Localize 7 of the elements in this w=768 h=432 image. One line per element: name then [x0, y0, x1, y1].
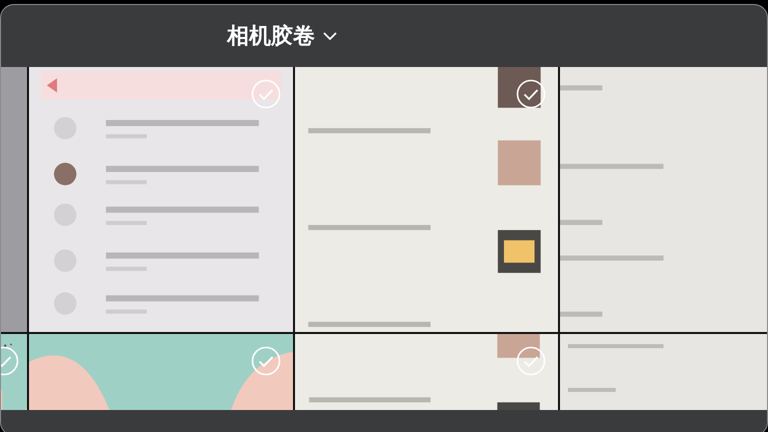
check-circle-icon[interactable] [251, 79, 281, 109]
chevron-down-icon[interactable] [323, 32, 337, 40]
check-circle-icon[interactable] [516, 79, 546, 109]
thumbnail-strip[interactable] [1, 67, 27, 332]
album-title[interactable]: 相机胶卷 [227, 21, 315, 51]
check-circle-icon[interactable] [516, 346, 546, 376]
check-circle-icon[interactable] [251, 346, 281, 376]
